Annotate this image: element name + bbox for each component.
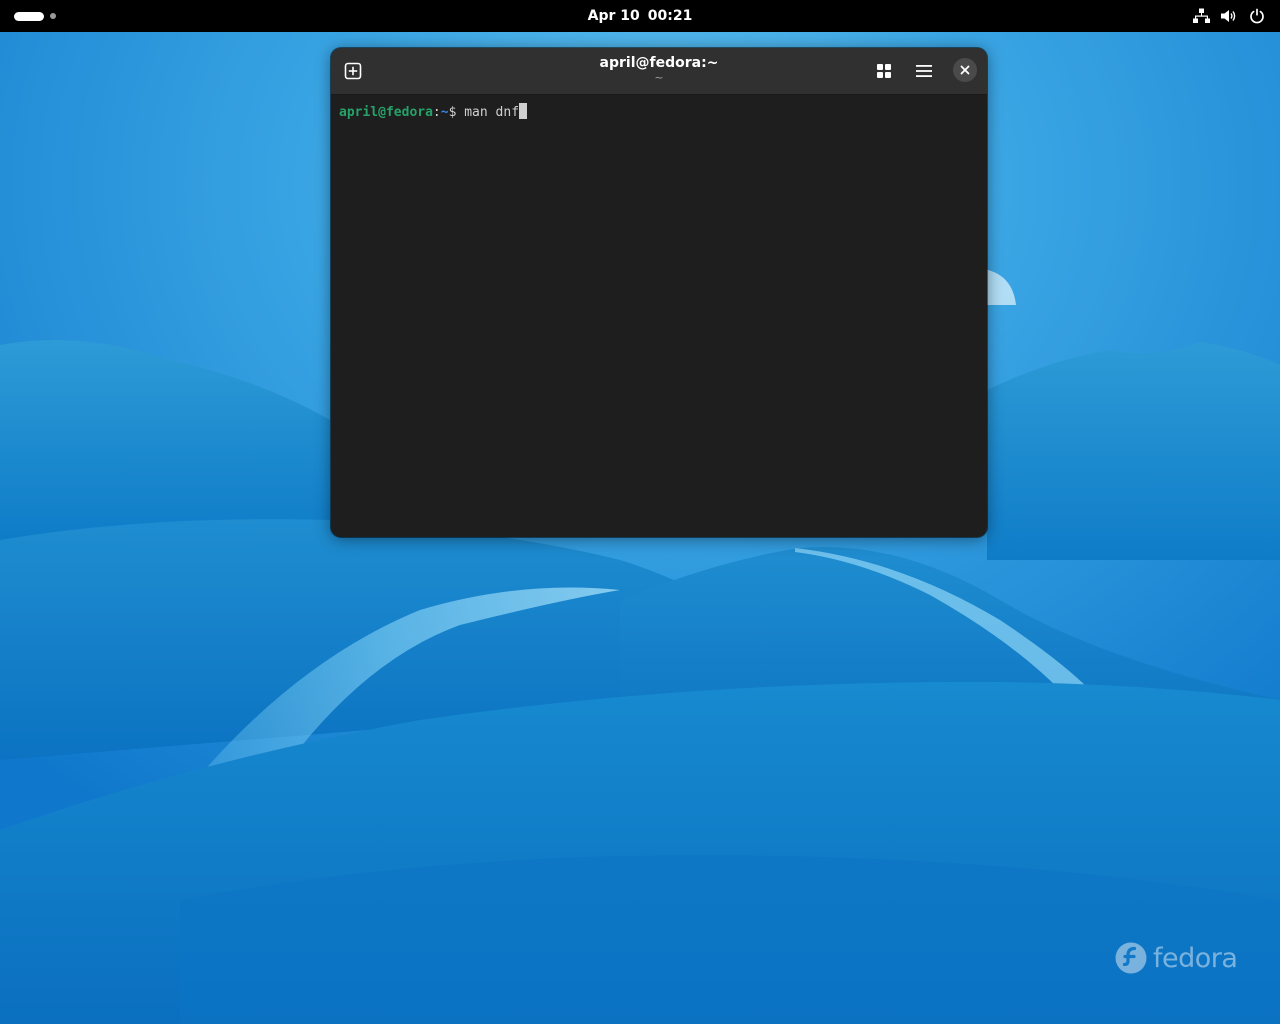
- close-window-button[interactable]: [953, 58, 977, 82]
- main-menu-button[interactable]: [909, 56, 939, 86]
- top-bar: Apr 10 00:21: [0, 0, 1280, 32]
- fedora-wordmark: fedora: [1153, 942, 1238, 974]
- clock-button[interactable]: Apr 10 00:21: [588, 8, 693, 24]
- close-icon: [960, 65, 970, 75]
- tab-overview-button[interactable]: [869, 56, 899, 86]
- text-cursor: [519, 103, 528, 119]
- prompt-path: ~: [440, 105, 449, 120]
- volume-icon[interactable]: [1220, 7, 1238, 25]
- grid-icon: [877, 64, 891, 78]
- workspace-indicator: [50, 13, 56, 19]
- hamburger-menu-icon: [916, 65, 932, 77]
- prompt-separator: :: [432, 105, 441, 120]
- power-icon[interactable]: [1248, 7, 1266, 25]
- clock: Apr 10 00:21: [0, 0, 1280, 32]
- terminal-headerbar[interactable]: april@fedora:~ ~: [331, 48, 987, 95]
- command-input[interactable]: man dnf: [464, 105, 519, 120]
- workspace-indicator-active: [14, 11, 44, 21]
- clock-time: 00:21: [647, 8, 693, 24]
- prompt-symbol: $: [448, 105, 465, 120]
- system-tray[interactable]: [1192, 0, 1266, 32]
- terminal-output[interactable]: april@fedora:~$ man dnf: [339, 103, 979, 528]
- activities-button[interactable]: [14, 11, 56, 21]
- prompt-user: april@fedora: [339, 105, 433, 120]
- network-icon[interactable]: [1192, 7, 1210, 25]
- fedora-logo-icon: [1115, 942, 1147, 974]
- clock-date: Apr 10: [587, 8, 640, 24]
- terminal-window[interactable]: april@fedora:~ ~ april@fedora:~$ man dnf: [331, 48, 987, 537]
- fedora-watermark: fedora: [1115, 940, 1238, 976]
